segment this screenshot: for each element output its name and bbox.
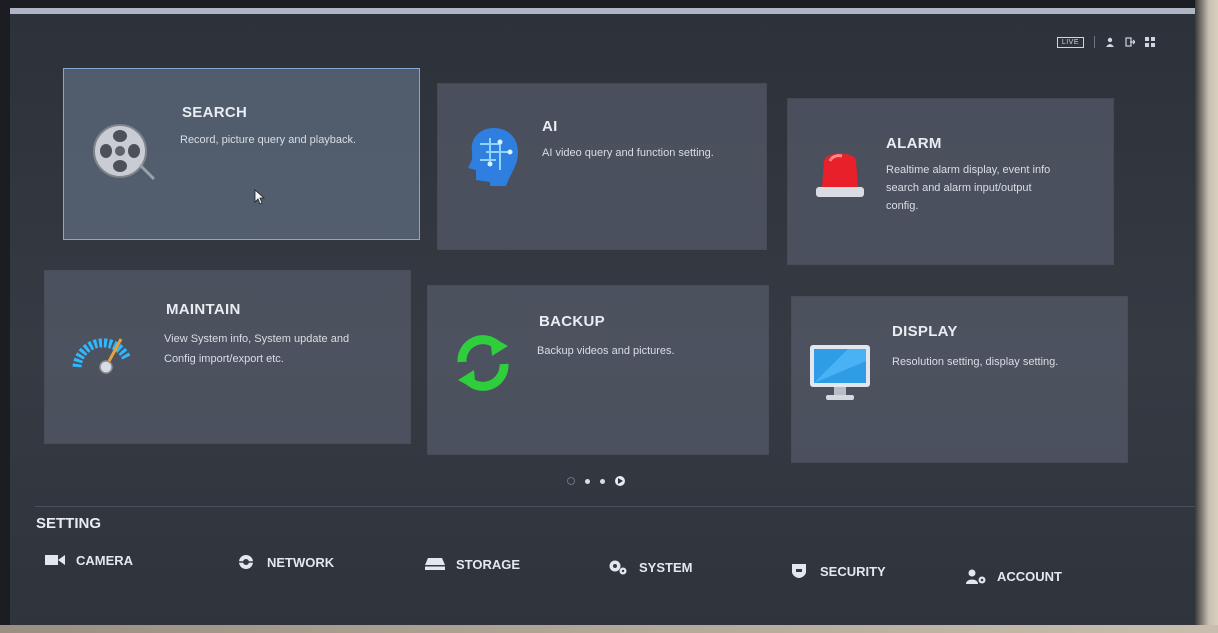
backup-arrows-icon <box>457 335 509 391</box>
tile-backup-desc: Backup videos and pictures. <box>537 345 675 357</box>
page-dot-2[interactable] <box>585 478 590 484</box>
setting-system-label: SYSTEM <box>639 559 693 575</box>
tile-ai-title: AI <box>542 118 558 135</box>
background-desk <box>0 625 1218 633</box>
setting-section-title: SETTING <box>36 515 102 532</box>
live-button[interactable]: LIVE <box>1056 36 1084 48</box>
section-divider <box>35 506 1195 507</box>
tile-backup-title: BACKUP <box>539 313 605 330</box>
page-dot-1[interactable] <box>567 477 575 485</box>
tile-display-desc: Resolution setting, display setting. <box>892 356 1059 368</box>
setting-network-label: NETWORK <box>267 554 335 570</box>
tile-alarm-desc-line-3: config. <box>886 200 919 212</box>
gauge-icon <box>72 338 132 374</box>
setting-network[interactable]: NETWORK <box>235 554 334 570</box>
tile-backup[interactable]: BACKUP Backup videos and pictures. <box>428 286 768 454</box>
network-icon <box>239 555 253 569</box>
next-page-icon[interactable] <box>615 476 625 486</box>
tile-display[interactable]: DISPLAY Resolution setting, display sett… <box>792 297 1127 462</box>
camera-icon <box>45 555 65 565</box>
page-indicator <box>567 476 625 486</box>
tile-search[interactable]: SEARCH Record, picture query and playbac… <box>64 69 419 239</box>
tile-ai[interactable]: AI AI video query and function setting. <box>438 84 766 249</box>
shield-icon <box>792 564 806 578</box>
ai-head-icon <box>468 128 518 186</box>
monitor-icon <box>810 345 870 400</box>
film-reel-icon <box>93 124 156 181</box>
user-icon[interactable] <box>1105 37 1115 47</box>
account-icon <box>966 569 986 584</box>
background-wall <box>1195 0 1218 633</box>
setting-camera[interactable]: CAMERA <box>44 552 133 568</box>
page-dot-3[interactable] <box>600 478 605 484</box>
tile-maintain-desc-line-1: View System info, System update and <box>164 333 350 345</box>
tile-ai-desc: AI video query and function setting. <box>542 147 714 159</box>
setting-system[interactable]: SYSTEM <box>607 559 692 575</box>
top-bar: LIVE <box>1056 36 1155 48</box>
setting-account-label: ACCOUNT <box>997 568 1062 584</box>
tile-search-title: SEARCH <box>182 104 248 121</box>
alarm-light-icon <box>816 153 864 197</box>
setting-security[interactable]: SECURITY <box>788 563 886 579</box>
tile-alarm-title: ALARM <box>886 135 942 152</box>
tile-alarm[interactable]: ALARM Realtime alarm display, event info… <box>788 99 1113 264</box>
setting-account[interactable]: ACCOUNT <box>965 568 1062 584</box>
tile-maintain[interactable]: MAINTAIN View System info, System update… <box>45 271 410 443</box>
tile-alarm-desc-line-2: search and alarm input/output <box>886 182 1032 194</box>
setting-storage-label: STORAGE <box>456 556 521 572</box>
top-bar-separator <box>1094 36 1095 48</box>
logout-icon[interactable] <box>1125 37 1135 47</box>
tile-alarm-desc-line-1: Realtime alarm display, event info <box>886 164 1051 176</box>
tile-display-title: DISPLAY <box>892 323 958 340</box>
setting-storage[interactable]: STORAGE <box>424 556 520 572</box>
gears-icon <box>609 560 627 575</box>
setting-security-label: SECURITY <box>820 563 886 579</box>
dvr-screen: LIVE SEARCH Record, picture query and pl… <box>10 8 1195 631</box>
setting-camera-label: CAMERA <box>76 552 134 568</box>
tile-search-desc: Record, picture query and playback. <box>180 134 357 146</box>
tile-maintain-title: MAINTAIN <box>166 301 241 318</box>
tile-maintain-desc-line-2: Config import/export etc. <box>164 353 284 365</box>
mouse-pointer-icon <box>254 189 266 205</box>
storage-icon <box>425 558 445 570</box>
grid-icon[interactable] <box>1145 37 1155 47</box>
